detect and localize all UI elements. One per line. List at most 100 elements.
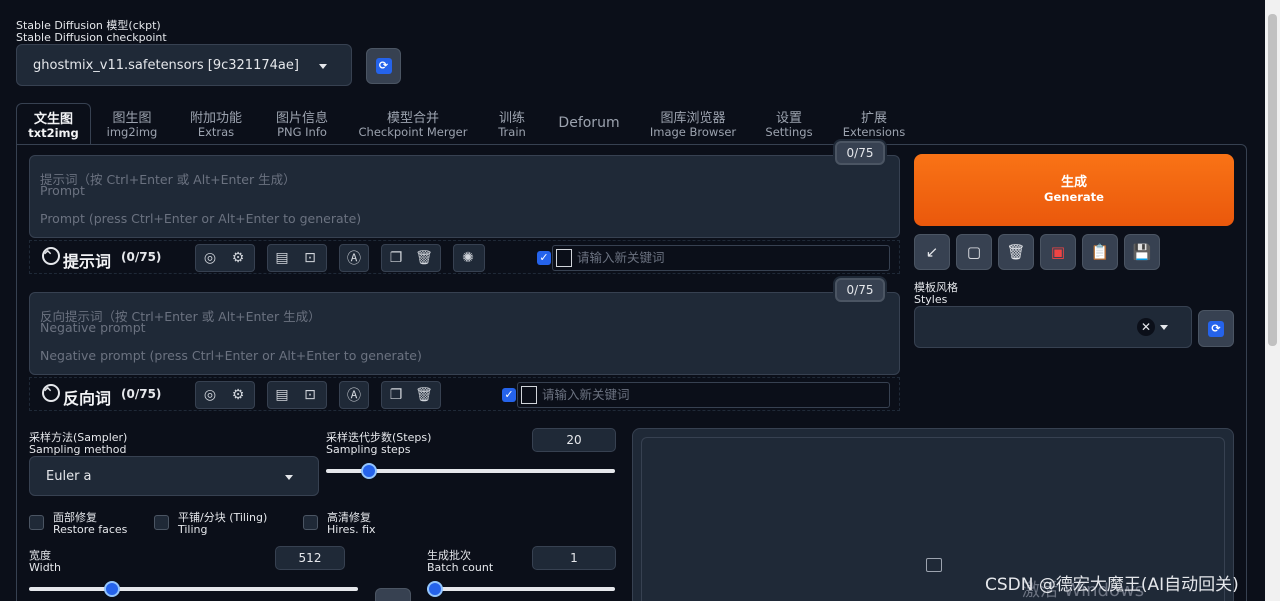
batch-count-slider[interactable] — [427, 581, 615, 597]
tab-checkpoint-merger[interactable]: 模型合并 Checkpoint Merger — [356, 112, 470, 146]
arrow-down-left-icon: ↙ — [925, 243, 939, 261]
bookmark-icon[interactable]: ⊡ — [296, 382, 324, 408]
tab-label-cn: 图生图 — [112, 111, 152, 126]
history-icon[interactable]: ▤ — [268, 382, 296, 408]
negative-tool-group-2: ▤ ⊡ — [267, 381, 327, 409]
trash-icon[interactable]: 🗑 — [410, 245, 438, 271]
tab-label-cn: 图片信息 — [275, 111, 328, 126]
prompt-tool-group-2: ▤ ⊡ — [267, 244, 327, 272]
negative-toolbar-count: (0/75) — [121, 387, 162, 401]
prompt-tool-group-1: ◎ ⚙ — [195, 244, 255, 272]
prompt-token-counter: 0/75 — [835, 141, 885, 165]
tab-label-cn: 设置 — [775, 111, 802, 126]
tab-image-browser[interactable]: 图库浏览器 Image Browser — [646, 112, 740, 146]
clear-icon[interactable]: ✕ — [1137, 318, 1155, 336]
refresh-icon: ⟳ — [1208, 320, 1224, 337]
tab-label-cn: 模型合并 — [386, 111, 439, 126]
tiling-checkbox[interactable] — [154, 515, 169, 530]
trash-icon: 🗑 — [1006, 243, 1026, 261]
refresh-styles-button[interactable]: ⟳ — [1198, 310, 1234, 347]
tab-png-info[interactable]: 图片信息 PNG Info — [266, 112, 338, 146]
tab-txt2img[interactable]: 文生图 txt2img — [16, 103, 91, 145]
swap-dimensions-button[interactable] — [375, 588, 411, 601]
width-slider-thumb[interactable] — [104, 581, 121, 597]
batch-count-label-en: Batch count — [427, 561, 494, 574]
translate-icon[interactable]: Ⓐ — [340, 245, 368, 271]
checkpoint-select[interactable]: ghostmix_v11.safetensors [9c321174ae] — [16, 44, 352, 86]
tab-label-en: PNG Info — [277, 125, 327, 139]
steps-number-input[interactable]: 20 — [532, 428, 616, 452]
chevron-down-icon — [1160, 325, 1168, 330]
gear-icon[interactable]: ⚙ — [224, 382, 252, 408]
apply-style-button[interactable]: 📋 — [1082, 234, 1118, 270]
generate-button[interactable]: 生成 Generate — [914, 154, 1234, 226]
clear-button[interactable]: 🗑 — [998, 234, 1034, 270]
scrollbar-thumb[interactable] — [1268, 14, 1277, 346]
steps-slider[interactable] — [326, 463, 615, 479]
width-slider[interactable] — [29, 581, 358, 597]
save-style-button[interactable]: 💾 — [1124, 234, 1160, 270]
save-icon: 💾 — [1132, 243, 1152, 261]
tiling-label-en: Tiling — [178, 523, 208, 536]
negative-tool-group-4: ❐ 🗑 — [381, 381, 441, 409]
negative-keyword-checkbox[interactable]: ✓ — [502, 388, 516, 402]
gear-icon[interactable]: ⚙ — [224, 245, 252, 271]
styles-label-en: Styles — [914, 293, 948, 306]
text-cursor-icon — [521, 386, 537, 404]
paste-button[interactable]: ▢ — [956, 234, 992, 270]
checkpoint-value: ghostmix_v11.safetensors [9c321174ae] — [33, 58, 299, 73]
refresh-icon: ⟳ — [375, 58, 392, 74]
prompt-keyword-placeholder: 请输入新关键词 — [577, 250, 665, 265]
globe-icon[interactable]: ◎ — [196, 382, 224, 408]
tab-label-cn: 附加功能 — [189, 111, 242, 126]
prompt-keyword-checkbox[interactable]: ✓ — [537, 251, 551, 265]
trash-icon[interactable]: 🗑 — [410, 382, 438, 408]
width-number-input[interactable]: 512 — [275, 546, 345, 570]
copy-icon[interactable]: ❐ — [382, 382, 410, 408]
width-label-en: Width — [29, 561, 61, 574]
tab-deforum[interactable]: Deforum — [552, 112, 626, 146]
card-icon: ▣ — [1050, 243, 1066, 261]
restore-faces-checkbox[interactable] — [29, 515, 44, 530]
negative-toolbar-title: 反向词 — [63, 389, 112, 408]
tab-label-cn: 文生图 — [33, 112, 73, 127]
chevron-down-icon — [285, 475, 293, 480]
sampler-label-en: Sampling method — [29, 443, 127, 456]
translate-icon[interactable]: Ⓐ — [340, 382, 368, 408]
prompt-keyword-input[interactable]: 请输入新关键词 — [552, 245, 890, 271]
negative-keyword-input[interactable]: 请输入新关键词 — [517, 382, 890, 408]
sampler-select[interactable]: Euler a — [29, 456, 319, 496]
prompt-placeholder-en: Prompt — [40, 183, 85, 198]
prompt-textarea[interactable]: 提示词（按 Ctrl+Enter 或 Alt+Enter 生成） Prompt … — [29, 155, 900, 238]
checkpoint-label-en: Stable Diffusion checkpoint — [16, 31, 167, 44]
globe-icon[interactable]: ◎ — [196, 245, 224, 271]
batch-count-slider-thumb[interactable] — [427, 581, 443, 597]
styles-select[interactable]: ✕ — [914, 306, 1192, 348]
negative-prompt-textarea[interactable]: 反向提示词（按 Ctrl+Enter 或 Alt+Enter 生成） Negat… — [29, 292, 900, 375]
negative-keyword-placeholder: 请输入新关键词 — [542, 387, 630, 402]
show-extra-networks-button[interactable]: ▣ — [1040, 234, 1076, 270]
tab-train[interactable]: 训练 Train — [488, 112, 536, 146]
tab-label-en: Settings — [765, 125, 813, 139]
clipboard-list-icon: 📋 — [1090, 243, 1110, 261]
negative-toolbar: ⌃ 反向词 (0/75) ◎ ⚙ ▤ ⊡ Ⓐ ❐ 🗑 ✓ 请输入新关键词 — [29, 377, 900, 411]
page-scrollbar[interactable] — [1265, 0, 1280, 601]
tab-label-en: img2img — [106, 125, 158, 139]
csdn-watermark: CSDN @德宏大魔王(AI自动回关) — [985, 575, 1239, 595]
hires-fix-label-en: Hires. fix — [327, 523, 376, 536]
batch-count-number-input[interactable]: 1 — [532, 546, 616, 570]
tab-settings[interactable]: 设置 Settings — [760, 112, 818, 146]
history-icon[interactable]: ▤ — [268, 245, 296, 271]
hires-fix-checkbox[interactable] — [303, 515, 318, 530]
prompt-toolbar-count: (0/75) — [121, 250, 162, 264]
tab-label-cn: 图库浏览器 — [660, 111, 726, 126]
copy-icon[interactable]: ❐ — [382, 245, 410, 271]
prompt-tool-group-3: Ⓐ — [339, 244, 369, 272]
tab-extras[interactable]: 附加功能 Extras — [180, 112, 252, 146]
bookmark-icon[interactable]: ⊡ — [296, 245, 324, 271]
read-params-button[interactable]: ↙ — [914, 234, 950, 270]
openai-icon[interactable]: ✺ — [454, 245, 482, 271]
refresh-checkpoint-button[interactable]: ⟳ — [366, 48, 401, 84]
tab-label-cn: 扩展 — [860, 111, 887, 126]
tab-img2img[interactable]: 图生图 img2img — [100, 112, 164, 146]
